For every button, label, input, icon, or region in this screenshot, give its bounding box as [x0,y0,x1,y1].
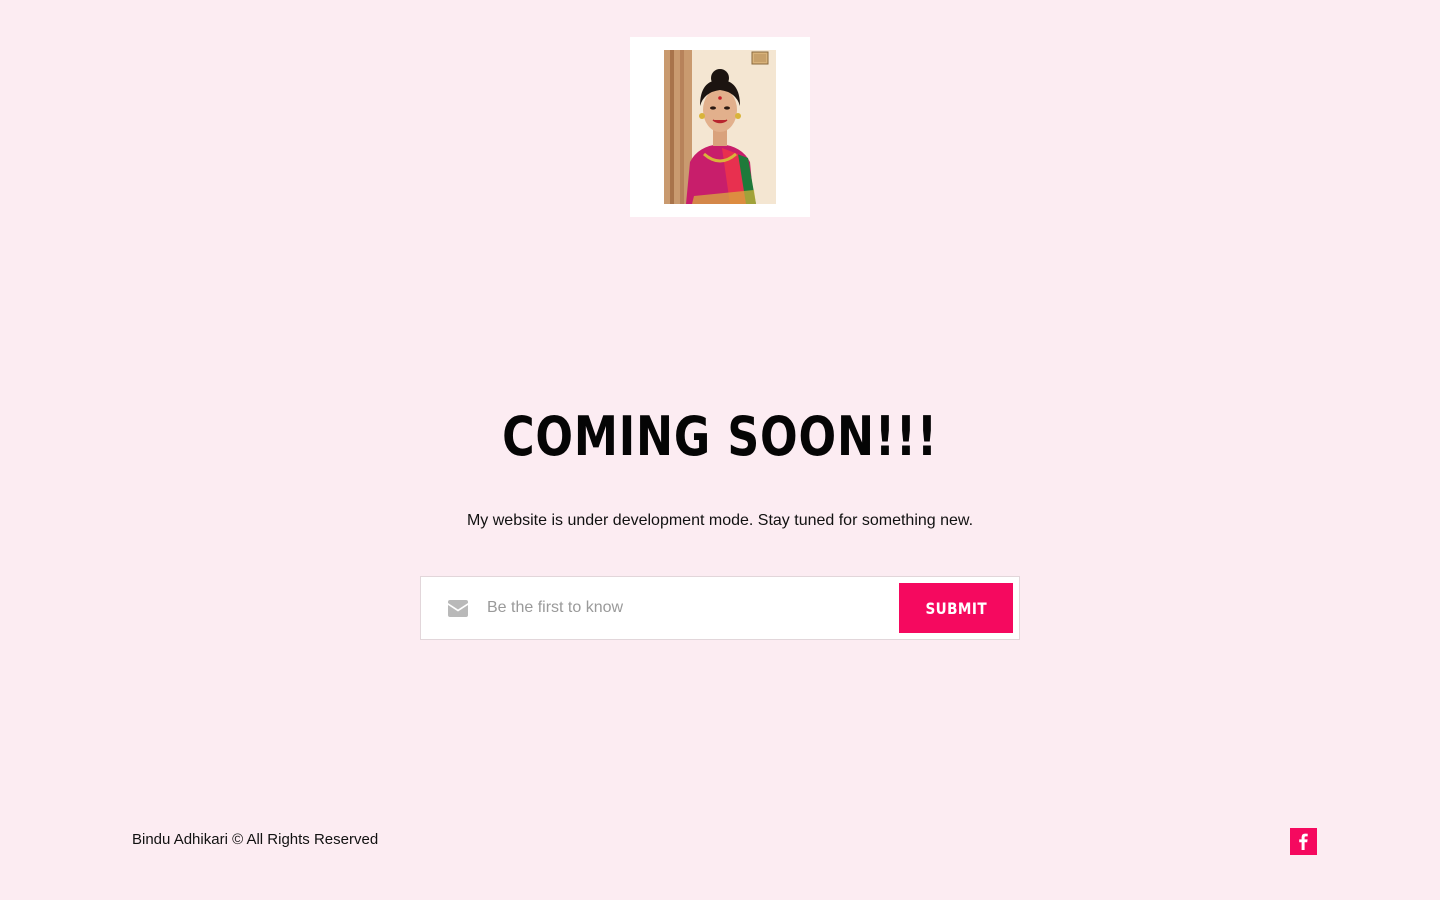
submit-button[interactable]: SUBMIT [899,583,1013,633]
page-subtitle: My website is under development mode. St… [466,512,974,529]
email-input[interactable] [481,585,897,631]
page-title: COMING SOON!!! [502,405,938,468]
site-logo [630,37,810,217]
facebook-icon [1299,833,1308,850]
copyright-text: Bindu Adhikari © All Rights Reserved [132,831,379,848]
submit-button-label: SUBMIT [925,598,987,618]
portrait-photo [664,50,776,204]
facebook-link[interactable] [1290,828,1317,855]
envelope-icon [448,600,468,617]
subscribe-form: SUBMIT [420,576,1020,640]
